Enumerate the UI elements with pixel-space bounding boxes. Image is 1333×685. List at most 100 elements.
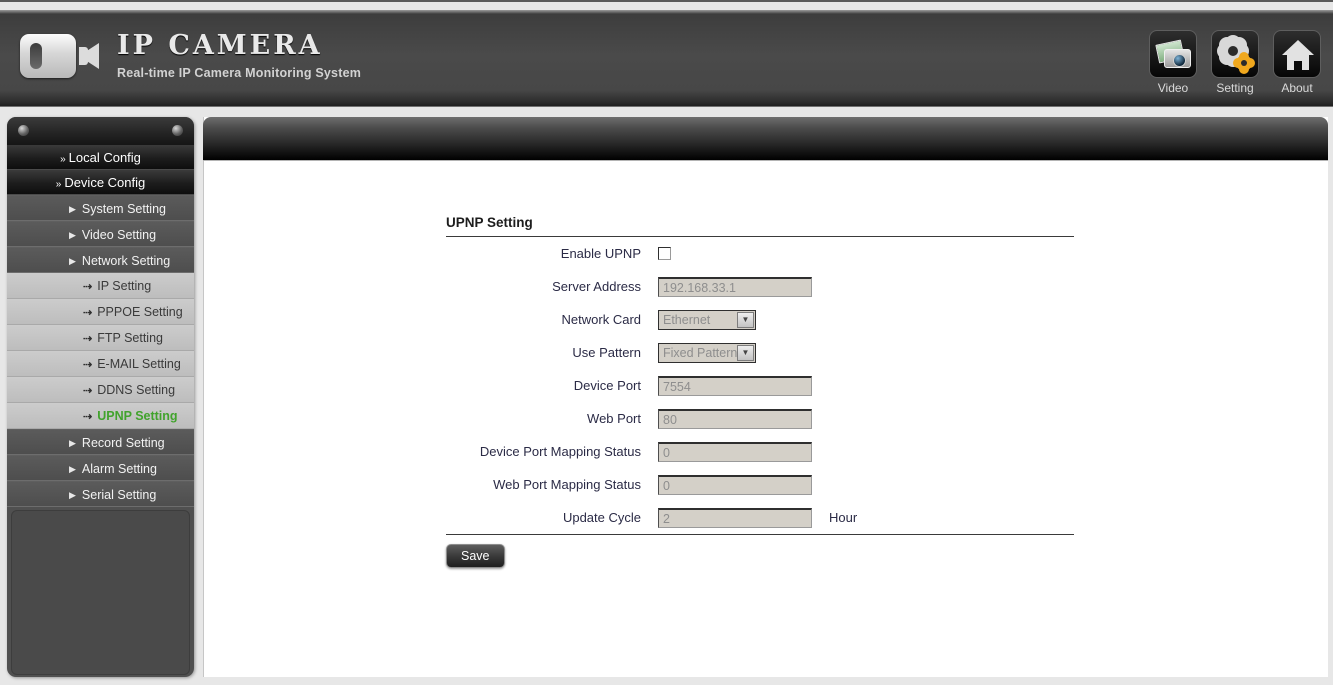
gear-small-icon: [1236, 55, 1252, 71]
window-top-strip: [0, 0, 1333, 8]
sidebar-item-serial-setting[interactable]: ▶ Serial Setting: [7, 481, 194, 507]
logo-text-group: IP CAMERA Real-time IP Camera Monitoring…: [117, 32, 361, 80]
topnav-item-about[interactable]: About: [1269, 30, 1325, 95]
house-door-icon: [1294, 61, 1302, 70]
save-button[interactable]: Save: [446, 544, 505, 568]
field-control-device-port: 7554: [658, 375, 812, 396]
content-header-bar: [203, 117, 1328, 161]
field-control-update-cycle: 2 Hour: [658, 507, 858, 528]
field-row-update-cycle: Update Cycle 2 Hour: [446, 501, 1076, 534]
topnav-label-about: About: [1281, 81, 1313, 95]
topnav-item-video[interactable]: Video: [1145, 30, 1201, 95]
field-suffix-update-cycle: Hour: [829, 510, 858, 525]
field-row-server-address: Server Address 192.168.33.1: [446, 270, 1076, 303]
sidebar-item-label: FTP Setting: [97, 331, 163, 345]
triangle-right-icon: ▶: [69, 490, 76, 500]
field-control-web-port-mapping-status: 0: [658, 474, 812, 495]
sidebar-item-ip-setting[interactable]: ⇢ IP Setting: [7, 273, 194, 299]
field-label-update-cycle: Update Cycle: [562, 510, 641, 525]
field-label-web-port: Web Port: [587, 411, 641, 426]
sidebar-item-label: Network Setting: [81, 254, 171, 268]
sidebar-item-ftp-setting[interactable]: ⇢ FTP Setting: [7, 325, 194, 351]
camera-mount-icon: [79, 43, 99, 69]
field-label-enable-upnp: Enable UPNP: [560, 246, 641, 261]
select-use-pattern[interactable]: Fixed Pattern ▼: [658, 342, 756, 363]
house-shape-icon: [1282, 40, 1314, 70]
select-value: Fixed Pattern: [663, 345, 738, 360]
screw-icon-left: [18, 125, 29, 136]
sidebar-item-device-config[interactable]: » Device Config: [7, 170, 194, 195]
camera-icon: [1164, 49, 1191, 68]
sidebar-item-ddns-setting[interactable]: ⇢ DDNS Setting: [7, 377, 194, 403]
topnav-item-setting[interactable]: Setting: [1207, 30, 1263, 95]
sidebar-item-system-setting[interactable]: ▶ System Setting: [7, 195, 194, 221]
field-control-use-pattern: Fixed Pattern ▼: [658, 342, 756, 363]
sidebar-item-label: System Setting: [81, 202, 166, 216]
app-title: IP CAMERA: [117, 30, 323, 61]
field-control-device-port-mapping-status: 0: [658, 441, 812, 462]
arrow-right-icon: ⇢: [83, 281, 93, 293]
field-row-use-pattern: Use Pattern Fixed Pattern ▼: [446, 336, 1076, 369]
top-navigation: Video Setting About: [1145, 30, 1325, 95]
input-update-cycle[interactable]: 2: [658, 507, 812, 528]
sidebar-filler-panel: [11, 510, 190, 675]
sidebar-item-record-setting[interactable]: ▶ Record Setting: [7, 429, 194, 455]
sidebar-item-label: Serial Setting: [81, 488, 157, 502]
field-control-enable-upnp: [658, 247, 671, 260]
sidebar-item-video-setting[interactable]: ▶ Video Setting: [7, 221, 194, 247]
input-web-port[interactable]: 80: [658, 408, 812, 429]
chevron-down-icon[interactable]: ▼: [737, 344, 754, 361]
field-row-network-card: Network Card Ethernet ▼: [446, 303, 1076, 336]
upnp-settings-form: UPNP Setting Enable UPNP Server Address 19…: [446, 215, 1076, 568]
field-label-device-port-mapping-status: Device Port Mapping Status: [479, 444, 641, 459]
input-web-port-mapping-status[interactable]: 0: [658, 474, 812, 495]
sidebar-item-upnp-setting[interactable]: ⇢ UPNP Setting: [7, 403, 194, 429]
triangle-right-icon: ▶: [69, 204, 76, 214]
field-row-device-port: Device Port 7554: [446, 369, 1076, 402]
sidebar-label-local-config: Local Config: [68, 150, 141, 165]
triangle-right-icon: ▶: [69, 256, 76, 266]
input-server-address[interactable]: 192.168.33.1: [658, 276, 812, 297]
divider-bottom: [446, 534, 1074, 535]
sidebar-item-label: UPNP Setting: [97, 409, 178, 423]
screw-icon-right: [172, 125, 183, 136]
form-actions: Save: [446, 544, 1076, 568]
sidebar-item-label: Video Setting: [81, 228, 157, 242]
app-header: IP CAMERA Real-time IP Camera Monitoring…: [0, 10, 1333, 107]
sidebar-item-network-setting[interactable]: ▶ Network Setting: [7, 247, 194, 273]
chevron-down-icon[interactable]: ▼: [737, 311, 754, 328]
field-label-web-port-mapping-status: Web Port Mapping Status: [493, 477, 641, 492]
chevron-right-icon: »: [60, 154, 65, 165]
arrow-right-icon: ⇢: [83, 307, 93, 319]
select-value: Ethernet: [663, 312, 711, 327]
sidebar-item-pppoe-setting[interactable]: ⇢ PPPOE Setting: [7, 299, 194, 325]
input-device-port[interactable]: 7554: [658, 375, 812, 396]
sidebar-item-label: PPPOE Setting: [97, 305, 183, 319]
sidebar-item-label: Record Setting: [81, 436, 165, 450]
triangle-right-icon: ▶: [69, 438, 76, 448]
sidebar-menu: ▶ System Setting ▶ Video Setting ▶ Network Se…: [7, 195, 194, 507]
chevron-right-icon: »: [55, 179, 61, 190]
field-row-web-port-mapping-status: Web Port Mapping Status 0: [446, 468, 1076, 501]
sidebar-item-e-mail-setting[interactable]: ⇢ E-MAIL Setting: [7, 351, 194, 377]
content-area: UPNP Setting Enable UPNP Server Address 19…: [203, 117, 1328, 677]
sidebar-item-alarm-setting[interactable]: ▶ Alarm Setting: [7, 455, 194, 481]
field-label-device-port: Device Port: [573, 378, 641, 393]
field-label-use-pattern: Use Pattern: [572, 345, 641, 360]
camera-lens-icon: [30, 43, 42, 69]
triangle-right-icon: ▶: [69, 464, 76, 474]
field-label-server-address: Server Address: [552, 279, 641, 294]
sidebar-item-local-config[interactable]: » Local Config: [7, 145, 194, 170]
field-row-enable-upnp: Enable UPNP: [446, 237, 1076, 270]
app-logo: IP CAMERA Real-time IP Camera Monitoring…: [20, 32, 361, 80]
checkbox-enable-upnp[interactable]: [658, 247, 671, 260]
input-device-port-mapping-status[interactable]: 0: [658, 441, 812, 462]
sidebar-cap: [7, 117, 194, 145]
field-row-device-port-mapping-status: Device Port Mapping Status 0: [446, 435, 1076, 468]
video-camera-icon: [20, 34, 76, 78]
sidebar-item-label: IP Setting: [97, 279, 152, 293]
arrow-right-icon: ⇢: [83, 411, 93, 423]
field-control-web-port: 80: [658, 408, 812, 429]
select-network-card[interactable]: Ethernet ▼: [658, 309, 756, 330]
field-label-network-card: Network Card: [561, 312, 641, 327]
